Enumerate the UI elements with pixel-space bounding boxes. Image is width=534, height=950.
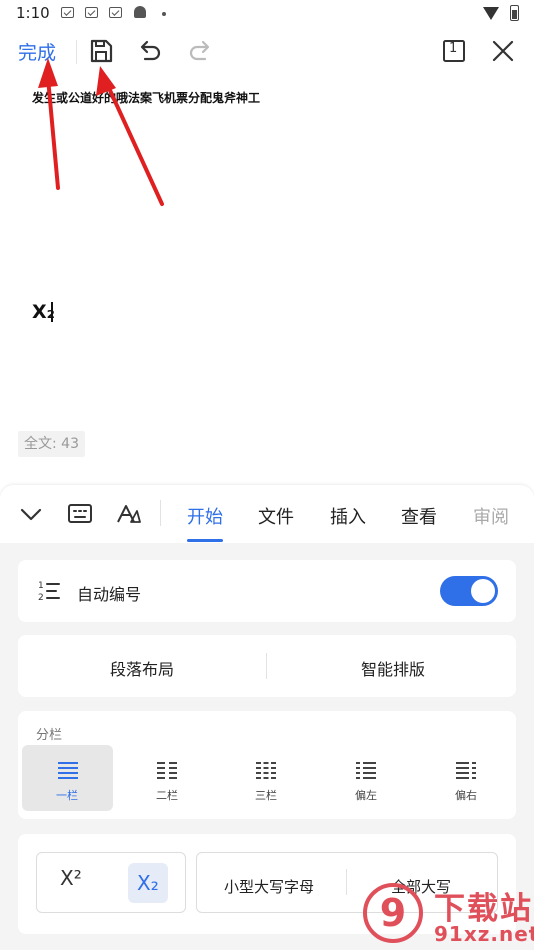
paragraph-layout-button[interactable]: 段落布局 xyxy=(110,656,174,680)
mail-notification-icon xyxy=(85,7,98,18)
columns-title: 分栏 xyxy=(36,728,63,743)
document-text-line[interactable]: 发生或公道好的哦法案飞机票分配鬼斧神工 xyxy=(32,89,260,106)
smart-layout-button[interactable]: 智能排版 xyxy=(361,656,425,680)
toggle-knob xyxy=(471,579,495,603)
status-time: 1:10 xyxy=(16,4,50,22)
watermark-logo: 9 xyxy=(363,883,423,943)
one-column-icon[interactable] xyxy=(57,760,79,780)
done-button[interactable]: 完成 xyxy=(18,38,56,65)
three-column-icon[interactable] xyxy=(255,760,277,780)
layout-card xyxy=(18,635,516,697)
right-column-icon[interactable] xyxy=(455,760,477,780)
toolbar-divider xyxy=(76,40,77,64)
caps-divider xyxy=(346,869,347,895)
more-notifications-icon xyxy=(162,12,166,16)
column-option-left[interactable]: 偏左 xyxy=(336,787,396,803)
svg-text:2: 2 xyxy=(38,593,44,603)
page-count-badge: 1 xyxy=(449,41,458,56)
status-bar xyxy=(0,0,534,28)
battery-icon xyxy=(510,5,519,21)
annotation-arrow-save xyxy=(96,66,164,206)
mail-notification-icon xyxy=(61,7,74,18)
superscript-button[interactable]: X² xyxy=(60,866,82,890)
qq-notification-icon xyxy=(134,6,146,18)
auto-number-label: 自动编号 xyxy=(77,585,142,604)
wifi-icon xyxy=(483,7,499,20)
two-column-icon[interactable] xyxy=(156,760,178,780)
tab-review[interactable]: 审阅 xyxy=(473,503,509,529)
undo-icon[interactable] xyxy=(135,36,165,66)
tab-start[interactable]: 开始 xyxy=(187,503,223,529)
svg-text:9: 9 xyxy=(380,891,406,935)
save-icon[interactable] xyxy=(86,36,116,66)
svg-text:1: 1 xyxy=(38,581,44,591)
redo-icon[interactable] xyxy=(185,36,215,66)
text-cursor xyxy=(51,302,53,322)
tab-view[interactable]: 查看 xyxy=(401,503,437,529)
text-style-icon[interactable] xyxy=(114,502,142,526)
mail-notification-icon xyxy=(109,7,122,18)
collapse-chevron-icon[interactable] xyxy=(18,502,44,526)
tab-file[interactable]: 文件 xyxy=(258,503,294,529)
left-column-icon[interactable] xyxy=(355,760,377,780)
tab-divider xyxy=(160,500,161,526)
column-option-right[interactable]: 偏右 xyxy=(436,787,496,803)
column-option-two[interactable]: 二栏 xyxy=(137,787,197,803)
numbered-list-icon: 1 2 xyxy=(38,581,60,603)
subscript-button[interactable]: X₂ xyxy=(137,871,159,895)
watermark-url: 91xz.net xyxy=(434,922,534,946)
keyboard-icon[interactable] xyxy=(66,502,94,526)
tab-insert[interactable]: 插入 xyxy=(330,503,366,529)
column-option-one[interactable]: 一栏 xyxy=(37,787,97,803)
word-count-badge: 全文: 43 xyxy=(18,431,85,457)
small-caps-button[interactable]: 小型大写字母 xyxy=(224,876,314,897)
close-icon[interactable] xyxy=(488,36,518,66)
active-tab-indicator xyxy=(187,539,223,542)
column-option-three[interactable]: 三栏 xyxy=(236,787,296,803)
layout-divider xyxy=(266,653,267,679)
annotation-arrow-done xyxy=(38,58,60,190)
